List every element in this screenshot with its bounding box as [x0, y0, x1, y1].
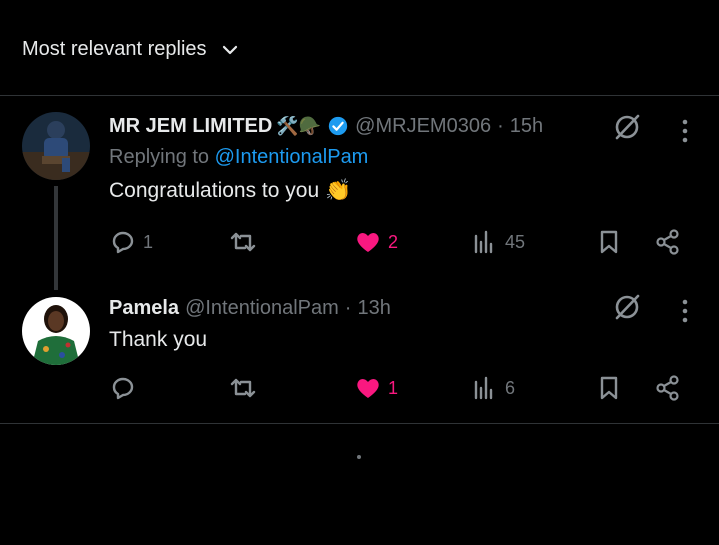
retweet-button[interactable] — [229, 374, 263, 402]
name-emoji: 🛠️🪖 — [276, 115, 322, 136]
verified-badge-icon[interactable] — [327, 115, 349, 137]
replying-prefix: Replying to — [109, 146, 210, 168]
bottom-divider — [0, 423, 719, 424]
reply-button[interactable] — [109, 374, 143, 402]
reply-icon — [112, 231, 134, 254]
author-name[interactable]: Pamela — [109, 297, 179, 320]
avatar[interactable] — [22, 112, 90, 180]
author-handle[interactable]: @MRJEM0306 — [355, 115, 491, 138]
timestamp[interactable]: 15h — [510, 115, 543, 138]
more-options-icon[interactable] — [680, 298, 690, 324]
heart-filled-icon — [357, 233, 379, 252]
reply-count: 1 — [143, 231, 154, 252]
reply-tweet-mrjem[interactable]: MR JEM LIMITED 🛠️🪖 @MRJEM0306 · 15h Repl… — [0, 112, 719, 292]
view-count: 6 — [505, 377, 516, 398]
sort-label: Most relevant replies — [22, 38, 207, 60]
like-count: 1 — [388, 377, 399, 398]
avatar[interactable] — [22, 297, 90, 365]
view-count: 45 — [505, 231, 526, 252]
replying-to: Replying to @IntentionalPam — [109, 146, 719, 169]
replying-mention-link[interactable]: @IntentionalPam — [215, 146, 369, 168]
retweet-icon — [230, 378, 256, 398]
views-chart-icon — [474, 376, 493, 400]
views-button[interactable]: 45 — [471, 228, 525, 256]
sort-dropdown[interactable]: Most relevant replies — [22, 38, 239, 61]
grok-icon[interactable] — [612, 112, 642, 142]
views-button[interactable]: 6 — [471, 374, 515, 402]
views-chart-icon — [474, 230, 493, 254]
more-options-icon[interactable] — [680, 118, 690, 144]
tweet-text: Thank you — [109, 328, 208, 351]
author-name[interactable]: MR JEM LIMITED — [109, 115, 272, 138]
bookmark-icon — [600, 230, 618, 254]
loading-indicator — [357, 455, 361, 459]
top-divider — [0, 95, 719, 96]
like-button[interactable]: 2 — [354, 228, 398, 256]
share-icon — [656, 229, 679, 255]
timestamp[interactable]: 13h — [357, 297, 390, 320]
separator-dot: · — [344, 296, 352, 319]
author-handle[interactable]: @IntentionalPam — [185, 297, 339, 320]
share-icon — [656, 375, 679, 401]
chevron-down-icon — [222, 45, 237, 54]
grok-icon[interactable] — [612, 292, 642, 322]
bookmark-icon — [600, 376, 618, 400]
share-button[interactable] — [654, 374, 682, 402]
like-button[interactable]: 1 — [354, 374, 398, 402]
reply-tweet-pamela[interactable]: Pamela @IntentionalPam · 13h Thank you 1… — [0, 292, 719, 422]
reply-button[interactable]: 1 — [109, 228, 153, 256]
tweet-text: Congratulations to you 👏 — [109, 179, 352, 202]
action-bar: 1 6 — [109, 374, 689, 404]
action-bar: 1 2 45 — [109, 228, 689, 258]
separator-dot: · — [497, 114, 504, 137]
retweet-icon — [230, 232, 256, 252]
reply-icon — [112, 377, 134, 400]
like-count: 2 — [388, 231, 399, 252]
share-button[interactable] — [654, 228, 682, 256]
bookmark-button[interactable] — [595, 374, 623, 402]
bookmark-button[interactable] — [595, 228, 623, 256]
retweet-button[interactable] — [229, 228, 263, 256]
heart-filled-icon — [357, 379, 379, 398]
thread-line — [54, 186, 58, 290]
